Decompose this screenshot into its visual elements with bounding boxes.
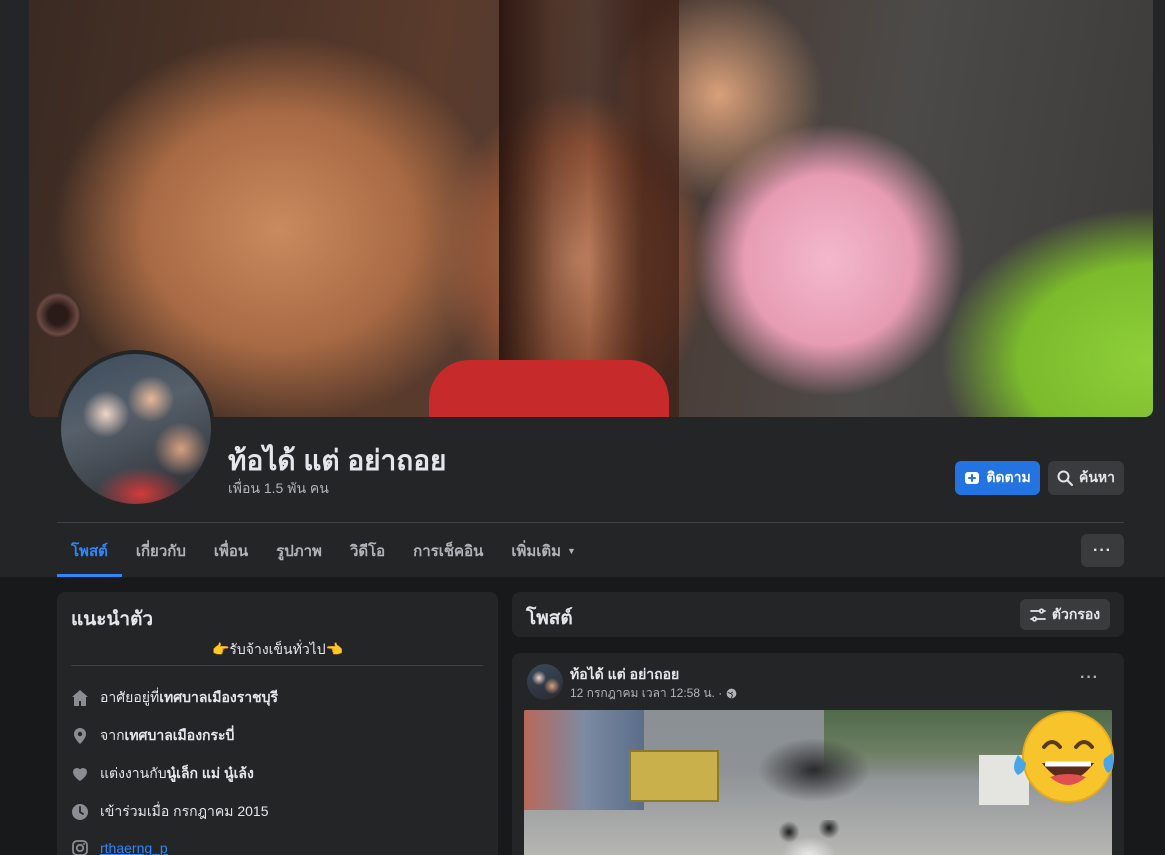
globe-icon [726,688,737,699]
laughing-emoji-icon [1014,711,1114,803]
intro-item-instagram: rthaerng_p [71,839,168,855]
profile-name: ท้อได้ แต่ อย่าถอย [228,445,447,476]
instagram-icon [71,839,89,855]
filter-icon [1029,607,1046,622]
intro-title: แนะนำตัว [71,609,154,630]
profile-tabs: โพสต์ เกี่ยวกับ เพื่อน รูปภาพ วิดีโอ การ… [57,524,590,577]
post-options-button[interactable]: ··· [1080,669,1099,687]
caret-down-icon: ▼ [567,545,576,556]
posts-title: โพสต์ [526,608,573,629]
more-options-button[interactable]: ··· [1081,534,1124,567]
profile-picture-frame [57,350,215,508]
friends-count[interactable]: เพื่อน 1.5 พัน คน [228,478,329,500]
cover-photo-detail [429,360,669,417]
intro-item-prefix: แต่งงานกับ [100,765,167,781]
post-video-detail [774,820,844,855]
tab-label: รูปภาพ [276,542,322,560]
follow-button[interactable]: ติดตาม [955,461,1040,495]
search-icon [1057,470,1073,486]
intro-divider [71,665,483,666]
tab-checkins[interactable]: การเช็คอิน [399,524,497,577]
heart-icon [71,765,89,783]
instagram-link[interactable]: rthaerng_p [100,840,168,855]
tab-photos[interactable]: รูปภาพ [262,524,336,577]
filter-button[interactable]: ตัวกรอง [1020,599,1110,630]
intro-item-prefix: เข้าร่วมเมื่อ กรกฎาคม 2015 [100,803,269,819]
tab-label: เพื่อน [213,542,249,560]
intro-item-value[interactable]: นู๋เล็ก แม่ นู๋เล้ง [167,763,254,785]
intro-item-prefix: อาศัยอยู่ที่ [100,689,160,705]
cover-photo[interactable] [29,0,1153,417]
tab-label: โพสต์ [71,542,108,560]
post-author-name[interactable]: ท้อได้ แต่ อย่าถอย [570,664,679,686]
posts-header-card: โพสต์ ตัวกรอง [512,592,1124,637]
tab-posts[interactable]: โพสต์ [57,524,122,577]
intro-item-joined: เข้าร่วมเมื่อ กรกฎาคม 2015 [71,801,269,823]
tab-more[interactable]: เพิ่มเติม ▼ [497,524,590,577]
intro-item-value[interactable]: เทศบาลเมืองกระบี่ [125,725,235,747]
follow-label: ติดตาม [986,469,1031,485]
profile-picture[interactable] [61,354,211,504]
tab-label: วิดีโอ [349,542,386,560]
search-label: ค้นหา [1078,469,1116,485]
tab-friends[interactable]: เพื่อน [200,524,262,577]
tab-label: การเช็คอิน [413,542,484,560]
intro-card: แนะนำตัว 👉รับจ้างเข็นทั่วไป👈 อาศัยอยู่ที… [57,592,498,855]
intro-item-from: จาก เทศบาลเมืองกระบี่ [71,725,234,747]
home-icon [71,689,89,707]
tab-videos[interactable]: วิดีโอ [336,524,399,577]
tab-label: เพิ่มเติม [511,542,562,560]
clock-icon [71,803,89,821]
post-video-detail [744,730,884,810]
cover-photo-detail [499,0,679,417]
cover-photo-detail [35,292,81,338]
intro-item-lives-in: อาศัยอยู่ที่ เทศบาลเมืองราชบุรี [71,687,278,709]
post-video-detail [524,710,644,810]
search-button[interactable]: ค้นหา [1048,461,1124,495]
intro-item-prefix: จาก [100,727,125,743]
header-divider [57,522,1124,523]
post-timestamp[interactable]: 12 กรกฎาคม เวลา 12:58 น. · [570,684,722,703]
post-author-avatar[interactable] [527,664,563,700]
post-video-detail [629,750,719,802]
intro-bio: 👉รับจ้างเข็นทั่วไป👈 [211,641,344,657]
intro-item-value[interactable]: เทศบาลเมืองราชบุรี [159,687,278,709]
post-meta: 12 กรกฎาคม เวลา 12:58 น. · [570,684,737,703]
filter-label: ตัวกรอง [1051,605,1101,622]
tab-about[interactable]: เกี่ยวกับ [122,524,200,577]
tab-label: เกี่ยวกับ [135,542,186,560]
location-pin-icon [71,727,89,745]
follow-icon [965,472,980,484]
intro-item-married: แต่งงานกับ นู๋เล็ก แม่ นู๋เล้ง [71,763,254,785]
